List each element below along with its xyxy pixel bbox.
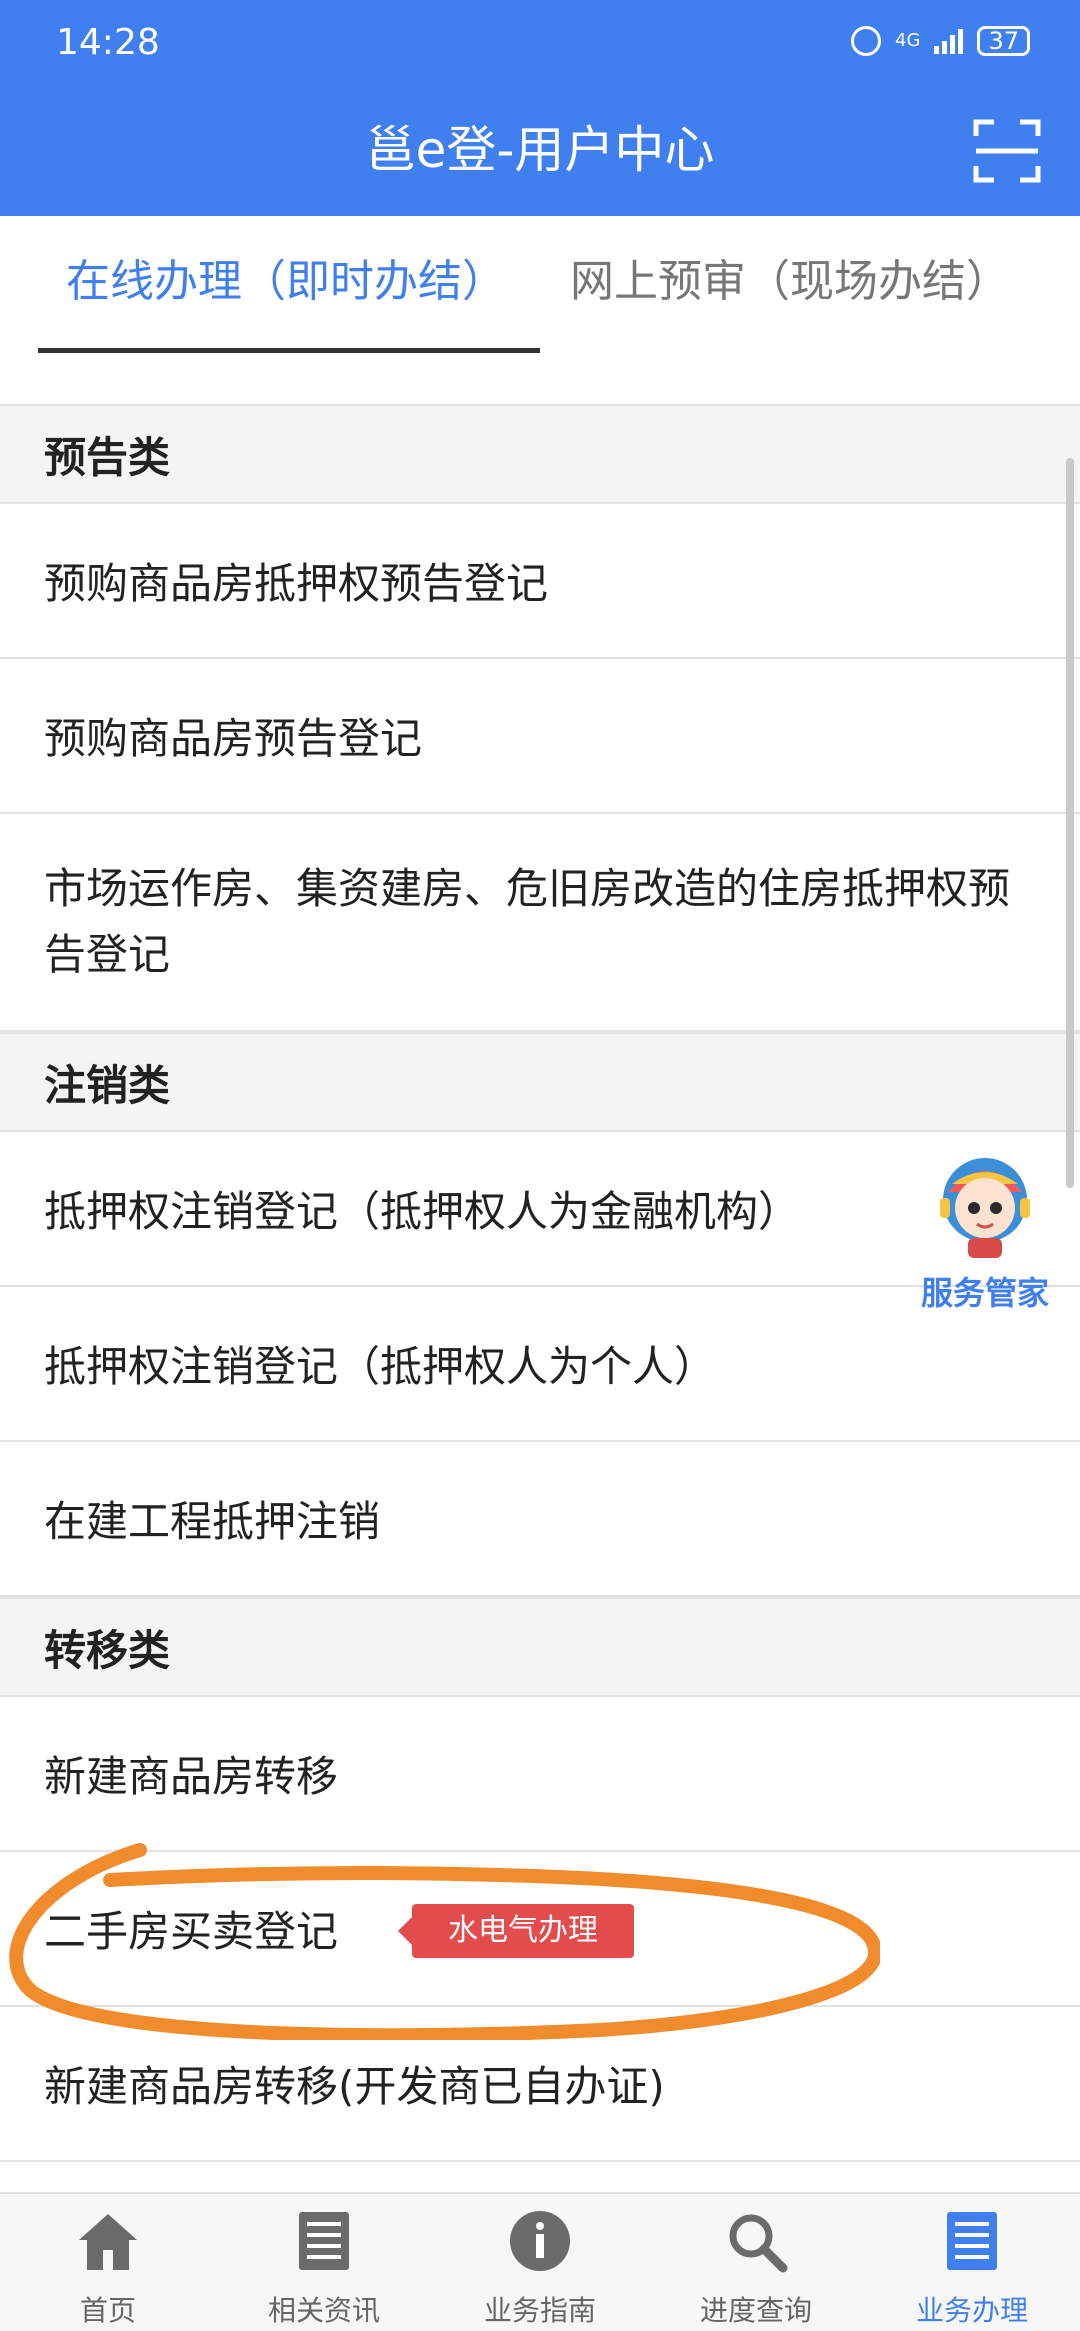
app-bar: 14:28 4G 37 邕e登-用户中心 — [0, 0, 1080, 216]
utilities-badge[interactable]: 水电气办理 — [398, 1904, 634, 1958]
list-item-label: 二手房买卖登记 — [44, 1907, 339, 1956]
nav-news[interactable]: 相关资讯 — [216, 2194, 432, 2331]
list-item[interactable]: 新建商品房转移(开发商已自办证) — [0, 2007, 1080, 2162]
scan-icon[interactable] — [972, 116, 1042, 186]
alarm-icon — [851, 26, 882, 56]
section-header: 注销类 — [0, 1032, 1080, 1132]
info-icon — [510, 2211, 570, 2271]
list-item-second-hand-sale[interactable]: 二手房买卖登记 水电气办理 — [0, 1852, 1080, 2007]
page-title: 邕e登-用户中心 — [365, 121, 715, 179]
scrollbar[interactable] — [1066, 458, 1074, 1188]
nav-label: 业务办理 — [915, 2294, 1028, 2327]
nav-label: 进度查询 — [699, 2294, 812, 2327]
news-icon — [299, 2212, 349, 2270]
service-butler-button[interactable]: 服务管家 — [910, 1150, 1060, 1314]
list-item[interactable]: 预购商品房抵押权预告登记 — [0, 504, 1080, 659]
list-item[interactable]: 在建工程抵押注销 — [0, 1442, 1080, 1597]
nav-business[interactable]: 业务办理 — [864, 2194, 1080, 2331]
butler-avatar-icon — [940, 1158, 1030, 1258]
nav-home[interactable]: 首页 — [0, 2194, 216, 2331]
network-label: 4G — [895, 30, 921, 51]
section-header: 转移类 — [0, 1597, 1080, 1697]
search-icon — [729, 2214, 788, 2273]
battery-level: 37 — [988, 27, 1019, 55]
butler-label: 服务管家 — [920, 1274, 1049, 1312]
list-item[interactable]: 新建商品房转移 — [0, 1697, 1080, 1852]
nav-guide[interactable]: 业务指南 — [432, 2194, 648, 2331]
bottom-navigation: 首页 相关资讯 业务指南 进度查询 业务办理 — [0, 2192, 1080, 2331]
nav-label: 首页 — [79, 2294, 136, 2327]
section-header: 预告类 — [0, 404, 1080, 504]
home-icon — [79, 2214, 137, 2270]
list-item[interactable]: 预购商品房预告登记 — [0, 659, 1080, 814]
status-icons: 4G 37 — [851, 26, 1030, 56]
nav-label: 相关资讯 — [267, 2294, 380, 2327]
tab-online-processing[interactable]: 在线办理（即时办结） — [66, 252, 506, 312]
list-item[interactable]: 市场运作房、集资建房、危旧房改造的住房抵押权预告登记 — [0, 814, 1080, 1032]
tab-bar: 在线办理（即时办结） 网上预审（现场办结） — [0, 216, 1080, 406]
nav-label: 业务指南 — [483, 2294, 596, 2327]
signal-icon — [934, 28, 964, 54]
status-time: 14:28 — [56, 22, 160, 63]
active-tab-indicator — [38, 348, 540, 353]
nav-progress[interactable]: 进度查询 — [648, 2194, 864, 2331]
tab-online-prereview[interactable]: 网上预审（现场办结） — [570, 252, 1010, 312]
business-icon — [947, 2212, 997, 2270]
battery-icon: 37 — [977, 26, 1030, 56]
